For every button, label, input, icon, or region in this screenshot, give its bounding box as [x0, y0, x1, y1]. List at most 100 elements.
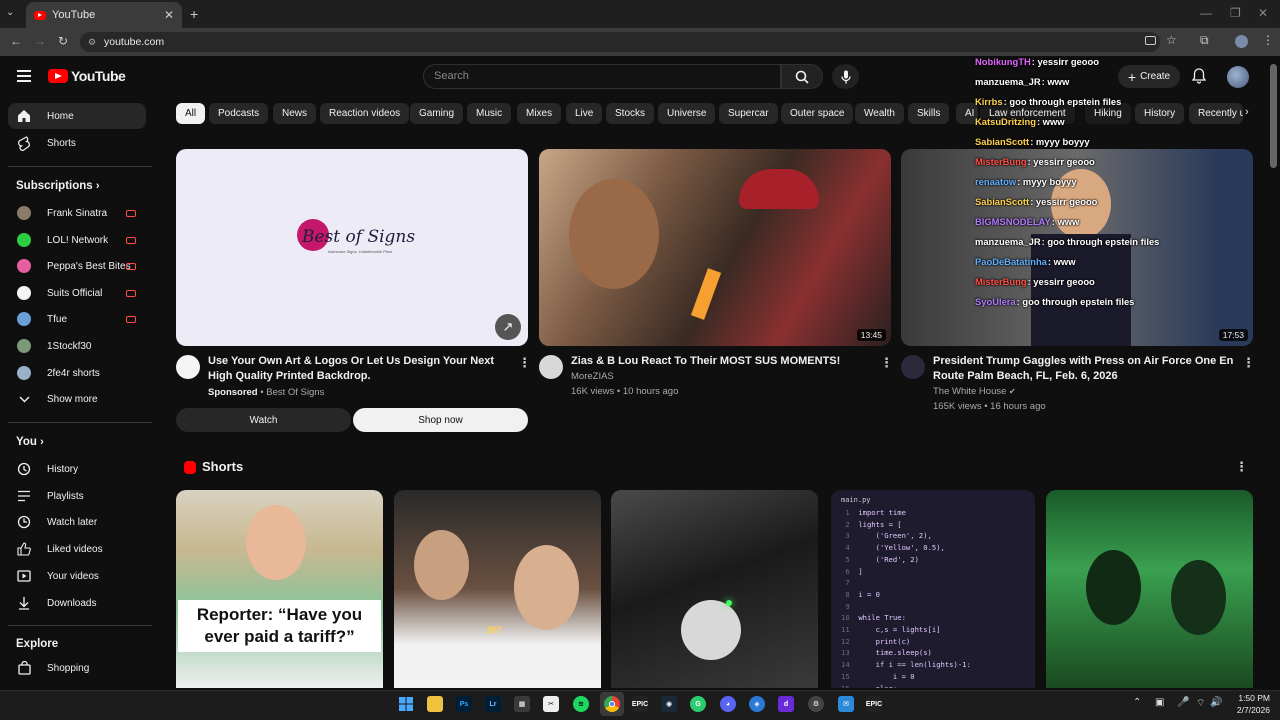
short-thumbnail[interactable]	[1046, 490, 1253, 688]
youtube-logo[interactable]: YouTube	[48, 68, 126, 84]
sidebar-sub-frank-sinatra[interactable]: Frank Sinatra	[8, 200, 146, 226]
you-heading[interactable]: You ›	[16, 436, 44, 448]
video-thumbnail[interactable]: 13:45	[539, 149, 891, 346]
page-scrollbar[interactable]	[1270, 64, 1277, 168]
sidebar-item-shorts[interactable]: Shorts	[8, 130, 146, 156]
sidebar-item-shopping[interactable]: Shopping	[8, 655, 146, 681]
notifications-bell-icon[interactable]	[1191, 68, 1207, 89]
new-tab-icon[interactable]: +	[190, 6, 198, 22]
maximize-icon[interactable]: ❐	[1230, 6, 1241, 20]
chip-news[interactable]: News	[273, 103, 317, 124]
close-window-icon[interactable]: ✕	[1258, 6, 1268, 20]
channel-name[interactable]: MoreZIAS	[571, 369, 614, 384]
short-thumbnail[interactable]: BIT	[394, 490, 601, 688]
channel-avatar[interactable]	[539, 355, 563, 379]
photoshop-icon[interactable]: Ps	[456, 696, 472, 712]
sidebar-item-your-videos[interactable]: Your videos	[8, 563, 146, 589]
chip-all[interactable]: All	[176, 103, 206, 124]
settings-gear-icon[interactable]: ⚙	[808, 696, 824, 712]
green-app-icon[interactable]: G	[690, 696, 706, 712]
tray-app-icon[interactable]: ▣	[1155, 697, 1164, 708]
sidebar-sub-2fe4r-shorts[interactable]: 2fe4r shorts	[8, 360, 146, 386]
show-more-button[interactable]: Show more	[8, 386, 146, 412]
sidebar-item-history[interactable]: History	[8, 456, 146, 482]
tab-list-icon[interactable]: ⌄	[6, 7, 14, 18]
search-input[interactable]: Search	[423, 64, 781, 89]
sidebar-sub-lol-network[interactable]: LOL! Network	[8, 227, 146, 253]
sidebar-sub-peppas-best-bites[interactable]: Peppa's Best Bites	[8, 253, 146, 279]
short-thumbnail[interactable]: Reporter: “Have you ever paid a tariff?”	[176, 490, 383, 688]
chips-next-icon[interactable]: ›	[1245, 106, 1249, 118]
chip-gaming[interactable]: Gaming	[410, 103, 464, 124]
video-title[interactable]: Use Your Own Art & Logos Or Let Us Desig…	[208, 354, 503, 384]
wifi-icon[interactable]: ⌔	[1196, 697, 1205, 710]
microphone-tray-icon[interactable]: 🎤	[1177, 697, 1189, 708]
sidebar-item-liked-videos[interactable]: Liked videos	[8, 536, 146, 562]
chip-mixes[interactable]: Mixes	[517, 103, 562, 124]
channel-avatar[interactable]	[901, 355, 925, 379]
chip-live[interactable]: Live	[566, 103, 603, 124]
chip-recently-uploaded[interactable]: Recently u	[1189, 103, 1243, 124]
chip-supercar[interactable]: Supercar	[719, 103, 778, 124]
bookmark-star-icon[interactable]: ☆	[1166, 33, 1177, 47]
blue-app-icon[interactable]: ✉	[838, 696, 854, 712]
back-icon[interactable]: ←	[10, 34, 22, 48]
chip-universe[interactable]: Universe	[658, 103, 716, 124]
system-clock[interactable]: 1:50 PM 2/7/2026	[1222, 692, 1270, 716]
sidebar-item-playlists[interactable]: Playlists	[8, 483, 146, 509]
show-hidden-icons-icon[interactable]: ⌃	[1133, 697, 1141, 708]
start-menu-icon[interactable]	[398, 696, 414, 712]
capcut-icon[interactable]: ✂	[543, 696, 559, 712]
discord-icon[interactable]: ◕	[720, 696, 736, 712]
volume-icon[interactable]: 🔊	[1210, 697, 1222, 708]
extensions-icon[interactable]: ⧉	[1200, 33, 1209, 48]
spotify-icon[interactable]: ≋	[573, 696, 589, 712]
sidebar-item-watch-later[interactable]: Watch later	[8, 509, 146, 535]
cast-icon[interactable]	[1145, 36, 1156, 45]
short-thumbnail[interactable]	[611, 490, 818, 688]
close-tab-icon[interactable]: ✕	[164, 8, 174, 22]
search-button[interactable]	[781, 64, 823, 89]
sidebar-item-home[interactable]: Home	[8, 103, 146, 129]
channel-name[interactable]: The White House ✔	[933, 384, 1016, 399]
video-title[interactable]: Zias & B Lou React To Their MOST SUS MOM…	[571, 354, 866, 369]
chip-music[interactable]: Music	[467, 103, 512, 124]
site-info-icon[interactable]: ⚙	[88, 32, 96, 52]
voice-search-button[interactable]	[832, 64, 859, 89]
epic-launcher-icon[interactable]: EPIC	[866, 696, 882, 712]
chip-skills[interactable]: Skills	[908, 103, 950, 124]
more-actions-icon[interactable]: ⋮	[1242, 355, 1255, 371]
reload-icon[interactable]: ↻	[58, 34, 68, 48]
sidebar-sub-tfue[interactable]: Tfue	[8, 306, 146, 332]
steam-icon[interactable]: ◉	[661, 696, 677, 712]
chip-stocks[interactable]: Stocks	[606, 103, 655, 124]
shorts-more-icon[interactable]: ⋮	[1235, 459, 1248, 475]
more-actions-icon[interactable]: ⋮	[880, 355, 893, 371]
profile-icon[interactable]	[1235, 35, 1248, 48]
purple-app-icon[interactable]: d	[778, 696, 794, 712]
channel-avatar[interactable]	[176, 355, 200, 379]
hamburger-menu-icon[interactable]	[17, 70, 31, 82]
account-avatar[interactable]	[1227, 66, 1249, 88]
vpn-app-icon[interactable]: ◈	[749, 696, 765, 712]
chip-reaction-videos[interactable]: Reaction videos	[320, 103, 410, 124]
subscriptions-heading[interactable]: Subscriptions ›	[16, 180, 100, 192]
video-title[interactable]: President Trump Gaggles with Press on Ai…	[933, 354, 1238, 384]
browser-tab[interactable]: YouTube ✕	[26, 2, 182, 28]
calculator-icon[interactable]: ▦	[514, 696, 530, 712]
forward-icon[interactable]: →	[34, 34, 46, 48]
chip-wealth[interactable]: Wealth	[855, 103, 904, 124]
watch-button[interactable]: Watch	[176, 408, 351, 432]
minimize-icon[interactable]: —	[1200, 6, 1212, 20]
chrome-icon[interactable]	[604, 696, 620, 712]
sidebar-item-downloads[interactable]: Downloads	[8, 590, 146, 616]
address-bar[interactable]: ⚙ youtube.com	[80, 32, 1160, 52]
short-thumbnail[interactable]: main.py 1 import time 2 lights = [ 3 ('G…	[831, 490, 1035, 688]
sidebar-sub-1stockf30[interactable]: 1Stockf30	[8, 333, 146, 359]
more-actions-icon[interactable]: ⋮	[518, 355, 531, 371]
chrome-menu-icon[interactable]: ⋮	[1262, 33, 1274, 47]
chip-podcasts[interactable]: Podcasts	[209, 103, 269, 124]
shop-now-button[interactable]: Shop now	[353, 408, 528, 432]
sidebar-sub-suits-official[interactable]: Suits Official	[8, 280, 146, 306]
epic-games-icon[interactable]: EPIC	[632, 696, 648, 712]
